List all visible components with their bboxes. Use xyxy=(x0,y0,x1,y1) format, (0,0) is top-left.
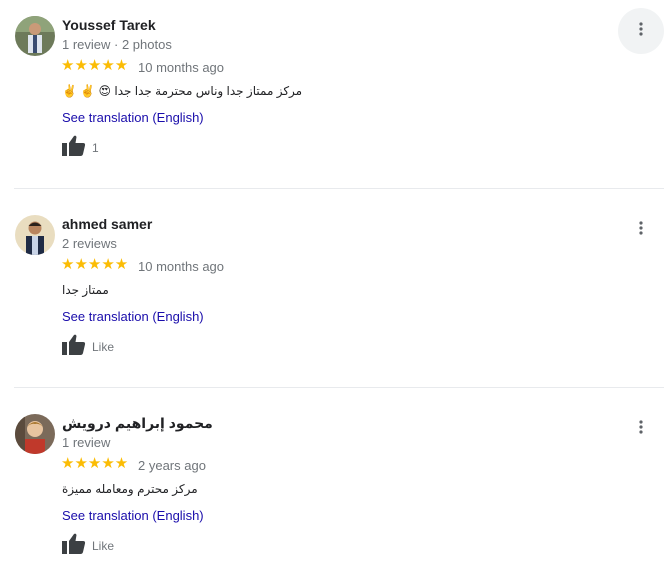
more-vert-icon xyxy=(639,21,643,41)
more-vert-icon xyxy=(639,419,643,439)
like-label: Like xyxy=(92,340,115,354)
reviewer-name[interactable]: محمود إبراهيم درويش xyxy=(62,415,213,432)
reviewer-avatar[interactable] xyxy=(15,414,55,454)
reviewer-meta: 1 review · 2 photos xyxy=(62,37,172,52)
review-card: محمود إبراهيم درويش 1 review ★★★★★ 2 yea… xyxy=(0,398,664,588)
review-text: مركز ممتاز جدا وناس محترمة جدا جدا 😍 ✌️ … xyxy=(62,84,303,98)
thumbs-up-icon xyxy=(62,533,86,560)
thumbs-up-icon xyxy=(62,135,86,162)
star-rating: ★★★★★ xyxy=(61,57,129,74)
review-date: 10 months ago xyxy=(138,60,225,75)
like-count: 1 xyxy=(92,141,99,155)
divider xyxy=(14,188,664,189)
review-date: 2 years ago xyxy=(138,458,206,473)
more-vert-icon xyxy=(639,220,643,240)
review-card: Youssef Tarek 1 review · 2 photos ★★★★★ … xyxy=(0,0,664,190)
reviewer-meta: 1 review xyxy=(62,435,111,450)
review-text: ممتاز جدا xyxy=(62,283,109,297)
like-button[interactable]: 1 xyxy=(62,135,99,162)
see-translation-link[interactable]: See translation (English) xyxy=(62,508,204,523)
see-translation-link[interactable]: See translation (English) xyxy=(62,110,204,125)
review-card: ahmed samer 2 reviews ★★★★★ 10 months ag… xyxy=(0,199,664,389)
reviewer-name[interactable]: Youssef Tarek xyxy=(62,17,156,33)
review-text: مركز محترم ومعامله مميزة xyxy=(62,482,198,496)
star-rating: ★★★★★ xyxy=(61,455,129,472)
like-button[interactable]: Like xyxy=(62,533,115,560)
reviewer-avatar[interactable] xyxy=(15,215,55,255)
more-options-button[interactable] xyxy=(618,406,664,452)
reviewer-avatar[interactable] xyxy=(15,16,55,56)
thumbs-up-icon xyxy=(62,334,86,361)
reviewer-name[interactable]: ahmed samer xyxy=(62,216,152,232)
see-translation-link[interactable]: See translation (English) xyxy=(62,309,204,324)
more-options-button[interactable] xyxy=(618,207,664,253)
reviewer-meta: 2 reviews xyxy=(62,236,117,251)
more-options-button[interactable] xyxy=(618,8,664,54)
like-button[interactable]: Like xyxy=(62,334,115,361)
divider xyxy=(14,387,664,388)
like-label: Like xyxy=(92,539,115,553)
star-rating: ★★★★★ xyxy=(61,256,129,273)
review-date: 10 months ago xyxy=(138,259,225,274)
